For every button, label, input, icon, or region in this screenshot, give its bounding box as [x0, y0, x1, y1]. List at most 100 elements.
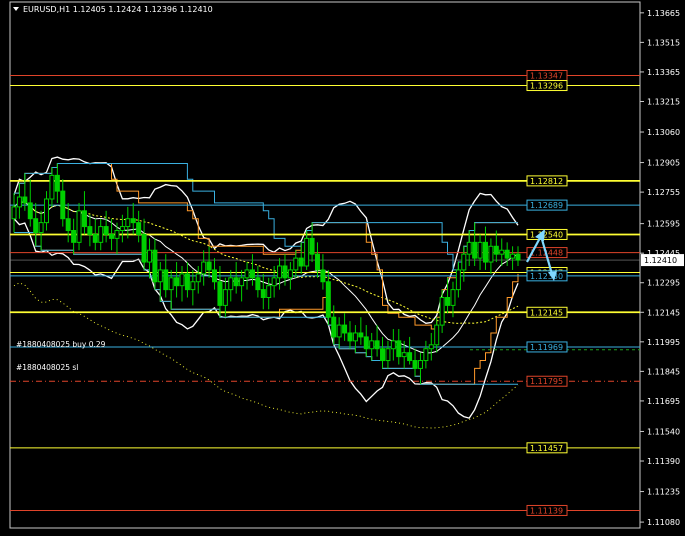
y-tick-label: 1.11080 [647, 518, 680, 527]
candle-body [109, 233, 115, 239]
candle-body [60, 190, 66, 220]
candle-body [380, 348, 386, 362]
candle-body [369, 340, 375, 350]
candle-body [44, 198, 50, 224]
y-tick-label: 1.11540 [647, 427, 680, 436]
candle-body [450, 289, 456, 306]
candle-body [352, 332, 358, 342]
candle-body [255, 277, 261, 291]
candle-body [27, 202, 33, 220]
y-tick-label: 1.11995 [647, 338, 680, 347]
candle-body [228, 277, 234, 291]
candle-body [179, 273, 185, 287]
candle-body [325, 281, 331, 318]
candle-body [488, 245, 494, 263]
candle-body [461, 253, 467, 271]
y-tick-label: 1.13515 [647, 38, 680, 47]
candle-body [407, 352, 413, 362]
candle-body [472, 241, 478, 259]
candle-body [81, 210, 87, 228]
candle-body [417, 360, 423, 369]
candle-body [249, 269, 255, 279]
y-tick-label: 1.12755 [647, 188, 680, 197]
candle-body [168, 277, 174, 291]
candle-body [314, 253, 320, 271]
cyan-order-line-label: 1.11969 [530, 343, 563, 352]
candle-body [54, 174, 60, 192]
candle-body [515, 253, 521, 261]
candle-body [396, 340, 402, 358]
candle-body [157, 269, 163, 283]
y-tick-label: 1.11845 [647, 367, 680, 376]
candle-body [184, 273, 190, 291]
candle-body [206, 261, 212, 271]
candle-body [401, 352, 407, 358]
candle-body [423, 348, 429, 362]
candle-body [22, 196, 28, 204]
candle-body [16, 196, 22, 208]
candle-body [363, 336, 369, 350]
y-tick-label: 1.12595 [647, 220, 680, 229]
candle-body [76, 210, 82, 243]
candle-body [190, 281, 196, 291]
y-tick-label: 1.13060 [647, 128, 680, 137]
candle-body [114, 230, 120, 239]
candle-body [493, 245, 499, 255]
red-level-bottom-label: 1.11139 [530, 506, 563, 515]
candle-body [477, 241, 483, 259]
candle-body [38, 222, 44, 233]
candle-body [336, 324, 342, 338]
candle-body [201, 261, 207, 275]
candle-body [11, 206, 17, 220]
red-sl-line-label: 1.11795 [530, 377, 563, 386]
eurusd-chart[interactable]: EURUSD,H1 1.12405 1.12424 1.12396 1.1241… [0, 0, 685, 536]
candle-body [266, 285, 272, 299]
y-tick-label: 1.11695 [647, 397, 680, 406]
candle-body [239, 277, 245, 287]
current-price-label: 1.12410 [644, 256, 677, 265]
candle-body [434, 324, 440, 346]
candle-body [87, 226, 93, 235]
candle-body [244, 269, 250, 279]
candle-body [304, 237, 310, 267]
candle-body [92, 233, 98, 243]
candle-body [287, 269, 293, 279]
candle-body [342, 324, 348, 334]
red-level-top-label: 1.13347 [530, 71, 563, 80]
candle-body [504, 249, 510, 259]
buy-order-annotation: #1880408025 buy 0.29 [16, 340, 106, 349]
candle-body [385, 348, 391, 362]
candle-body [125, 218, 131, 228]
yellow-resistance-label: 1.12812 [530, 177, 563, 186]
candle-body [33, 218, 39, 233]
sl-annotation: #1880408025 sl [16, 363, 78, 372]
candle-body [260, 289, 266, 299]
candle-body [347, 332, 353, 342]
candle-body [130, 218, 136, 224]
candle-body [152, 249, 158, 283]
candle-body [222, 289, 228, 306]
yellow-level-top-label: 1.13296 [530, 82, 563, 91]
candle-body [49, 174, 55, 200]
cyan-level-low-label: 1.12330 [530, 272, 563, 281]
candle-body [146, 249, 152, 263]
y-tick-label: 1.12905 [647, 159, 680, 168]
candle-body [98, 226, 104, 243]
candle-body [331, 316, 337, 338]
candle-body [65, 218, 71, 232]
candle-body [439, 297, 445, 326]
candle-body [103, 226, 109, 235]
candle-body [71, 230, 77, 243]
yellow-support-label: 1.12145 [530, 308, 563, 317]
candle-body [445, 297, 451, 306]
y-tick-label: 1.11235 [647, 488, 680, 497]
y-tick-label: 1.12145 [647, 308, 680, 317]
yellow-level-bottom-label: 1.11457 [530, 444, 563, 453]
candle-body [298, 257, 304, 267]
candle-body [195, 273, 201, 283]
candle-body [428, 344, 434, 350]
candle-body [466, 241, 472, 255]
candle-body [293, 257, 299, 271]
chart-header-text: EURUSD,H1 1.12405 1.12424 1.12396 1.1241… [23, 5, 213, 14]
candle-body [271, 277, 277, 287]
